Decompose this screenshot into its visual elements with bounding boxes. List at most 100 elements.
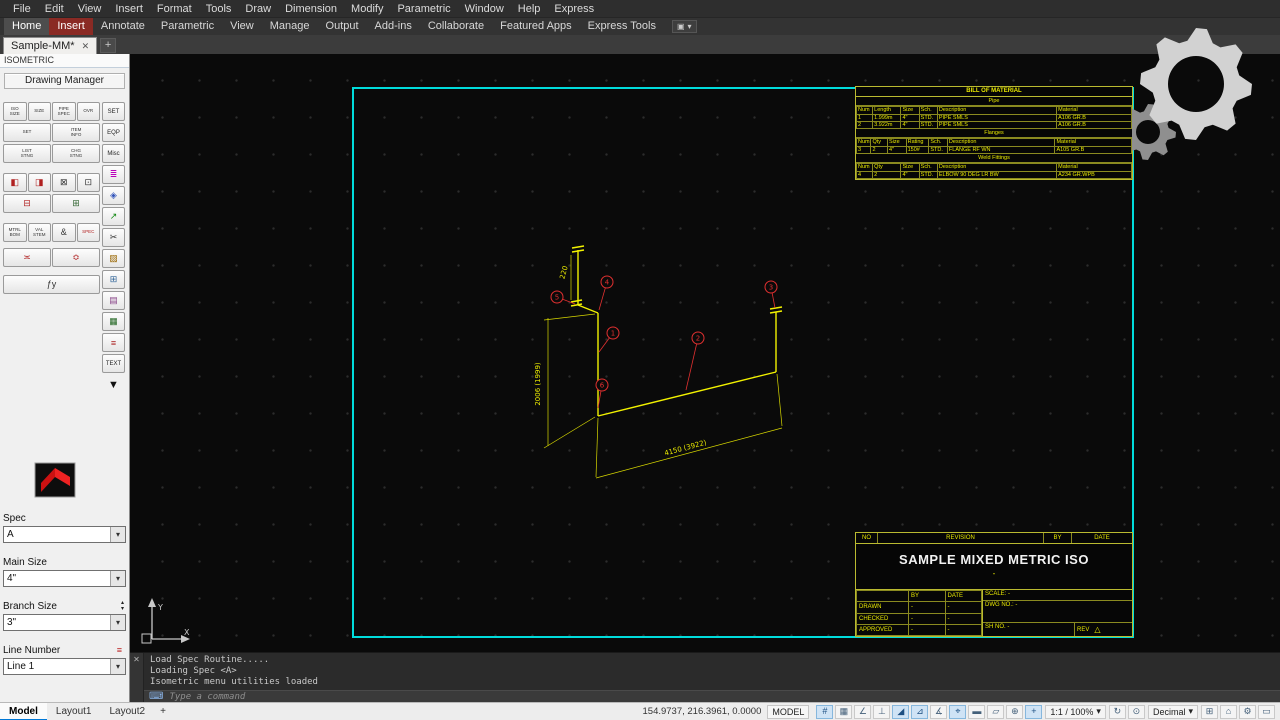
ribbon-tab-annotate[interactable]: Annotate	[93, 18, 153, 35]
tool-weld-symbol[interactable]: ⊟	[3, 194, 51, 213]
branch-size-dropdown[interactable]: 3" ▾	[3, 614, 126, 631]
infer-constraints-toggle[interactable]: ∠	[854, 704, 872, 719]
command-line-grip[interactable]: ✕	[130, 653, 144, 702]
tool-weld-dot[interactable]: ≍	[3, 248, 51, 267]
ortho-mode-toggle[interactable]: ⊥	[873, 704, 891, 719]
menu-express[interactable]: Express	[547, 0, 601, 18]
ribbon-tab-insert[interactable]: Insert	[49, 18, 93, 35]
tool-item-info[interactable]: ITEM INFO	[52, 123, 100, 142]
polar-tracking-toggle[interactable]: ◢	[892, 704, 910, 719]
layout-tab-layout1[interactable]: Layout1	[47, 703, 101, 720]
menu-view[interactable]: View	[71, 0, 109, 18]
menu-draw[interactable]: Draw	[238, 0, 278, 18]
new-drawing-tab-button[interactable]: +	[100, 38, 117, 53]
palette-title[interactable]: Drawing Manager	[4, 73, 125, 89]
tool-size[interactable]: SIZE	[27, 102, 51, 121]
annotation-visibility-toggle[interactable]: ⊙	[1127, 704, 1145, 719]
document-tab-sample-mm[interactable]: Sample-MM* ✕	[3, 37, 98, 54]
side-grid-icon[interactable]: ▦	[102, 312, 125, 331]
menu-parametric[interactable]: Parametric	[390, 0, 457, 18]
workspace-switching-button[interactable]: ⚙	[1239, 704, 1256, 719]
main-size-dropdown[interactable]: 4" ▾	[3, 570, 126, 587]
ribbon-tab-collaborate[interactable]: Collaborate	[420, 18, 492, 35]
add-layout-button[interactable]: +	[154, 706, 172, 717]
model-paper-toggle[interactable]: MODEL	[767, 704, 810, 719]
side-break-icon[interactable]: ✂	[102, 228, 125, 247]
tool-spec[interactable]: SPEC	[76, 223, 100, 242]
menu-edit[interactable]: Edit	[38, 0, 71, 18]
ribbon-tab-manage[interactable]: Manage	[262, 18, 318, 35]
line-number-dropdown[interactable]: Line 1 ▾	[3, 658, 126, 675]
chevron-down-icon[interactable]: ▾	[110, 615, 125, 630]
annotation-autoscale-toggle[interactable]: ↻	[1108, 704, 1126, 719]
selection-cycling-toggle[interactable]: ⊕	[1006, 704, 1024, 719]
annotation-scale-button[interactable]: 1:1 / 100% ▾	[1045, 704, 1106, 719]
tool-elbow-symbol[interactable]: ◧	[3, 173, 27, 192]
ribbon-tab-parametric[interactable]: Parametric	[153, 18, 222, 35]
branch-size-spinner[interactable]: ▴ ▾	[121, 600, 124, 612]
lineweight-toggle[interactable]: ▬	[968, 704, 986, 719]
tool-weld-gap[interactable]: ≎	[52, 248, 100, 267]
side-hatch-icon[interactable]: ≣	[102, 165, 125, 184]
side-set-button[interactable]: SET	[102, 102, 125, 121]
menu-tools[interactable]: Tools	[199, 0, 239, 18]
spec-dropdown[interactable]: A ▾	[3, 526, 126, 543]
side-export-icon[interactable]: ↗	[102, 207, 125, 226]
side-table-icon[interactable]: ⊞	[102, 270, 125, 289]
side-text-style[interactable]: TEXT	[102, 354, 125, 373]
menu-dimension[interactable]: Dimension	[278, 0, 344, 18]
side-flyout-more[interactable]: ▼	[102, 375, 125, 394]
menu-file[interactable]: File	[6, 0, 38, 18]
isolate-objects-toggle[interactable]: ⌂	[1220, 704, 1237, 719]
tool-change-setting[interactable]: CHG STNG	[52, 144, 100, 163]
chevron-down-icon[interactable]: ▾	[110, 527, 125, 542]
drawing-canvas[interactable]: Y X 220 2006 (1999) 4150 (3922) 5 4 1 2 …	[130, 54, 1280, 652]
ribbon-tab-express-tools[interactable]: Express Tools	[580, 18, 664, 35]
layout-tab-layout2[interactable]: Layout2	[100, 703, 154, 720]
menu-insert[interactable]: Insert	[108, 0, 150, 18]
side-eqp-button[interactable]: EQP	[102, 123, 125, 142]
quick-properties-toggle[interactable]: ⊞	[1201, 704, 1218, 719]
close-icon[interactable]: ✕	[133, 655, 140, 664]
tool-tee-symbol[interactable]: ◨	[27, 173, 51, 192]
tool-valve-stem[interactable]: VAL STEM	[27, 223, 51, 242]
tool-set[interactable]: SET	[3, 123, 51, 142]
spin-down-icon[interactable]: ▾	[121, 606, 124, 612]
ribbon-tab-home[interactable]: Home	[4, 18, 50, 35]
chevron-down-icon[interactable]: ▾	[110, 659, 125, 674]
command-line-panel[interactable]: ✕ Load Spec Routine..... Loading Spec <A…	[130, 652, 1280, 702]
command-input[interactable]: ⌨ Type a command	[144, 690, 1280, 702]
side-pattern-icon[interactable]: ▨	[102, 249, 125, 268]
tool-valve-symbol[interactable]: ⊡	[76, 173, 100, 192]
side-layers-icon[interactable]: ▤	[102, 291, 125, 310]
chevron-down-icon[interactable]: ▾	[110, 571, 125, 586]
isometric-drafting-toggle[interactable]: ⊿	[911, 704, 929, 719]
ribbon-tab-add-ins[interactable]: Add-ins	[367, 18, 420, 35]
layout-tab-model[interactable]: Model	[0, 702, 47, 720]
object-snap-tracking-toggle[interactable]: ∡	[930, 704, 948, 719]
units-button[interactable]: Decimal ▾	[1147, 704, 1198, 719]
menu-help[interactable]: Help	[511, 0, 548, 18]
menu-modify[interactable]: Modify	[344, 0, 390, 18]
grid-display-toggle[interactable]: #	[816, 704, 834, 719]
clean-screen-button[interactable]: ▭	[1258, 704, 1275, 719]
side-symbol-icon[interactable]: ◈	[102, 186, 125, 205]
menu-format[interactable]: Format	[150, 0, 199, 18]
tool-support-symbol[interactable]: ⊞	[52, 194, 100, 213]
transparency-toggle[interactable]: ▱	[987, 704, 1005, 719]
tool-fy[interactable]: ƒy	[3, 275, 100, 294]
ribbon-overflow-button[interactable]: ▣ ▾	[671, 20, 697, 33]
tool-override[interactable]: OVR	[76, 102, 100, 121]
snap-mode-toggle[interactable]: ▦	[835, 704, 853, 719]
object-snap-toggle[interactable]: ⌖	[949, 704, 967, 719]
tool-list-setting[interactable]: LIST STNG	[3, 144, 51, 163]
side-lines-icon[interactable]: ≡	[102, 333, 125, 352]
tool-iso-size[interactable]: ISO SIZE	[3, 102, 27, 121]
menu-window[interactable]: Window	[458, 0, 511, 18]
ribbon-tab-output[interactable]: Output	[318, 18, 367, 35]
ribbon-tab-view[interactable]: View	[222, 18, 262, 35]
tool-material-bom[interactable]: MTRL BOM	[3, 223, 27, 242]
tool-pipe-spec[interactable]: PIPE SPEC	[52, 102, 76, 121]
ribbon-tab-featured-apps[interactable]: Featured Apps	[492, 18, 580, 35]
side-misc-button[interactable]: Misc	[102, 144, 125, 163]
